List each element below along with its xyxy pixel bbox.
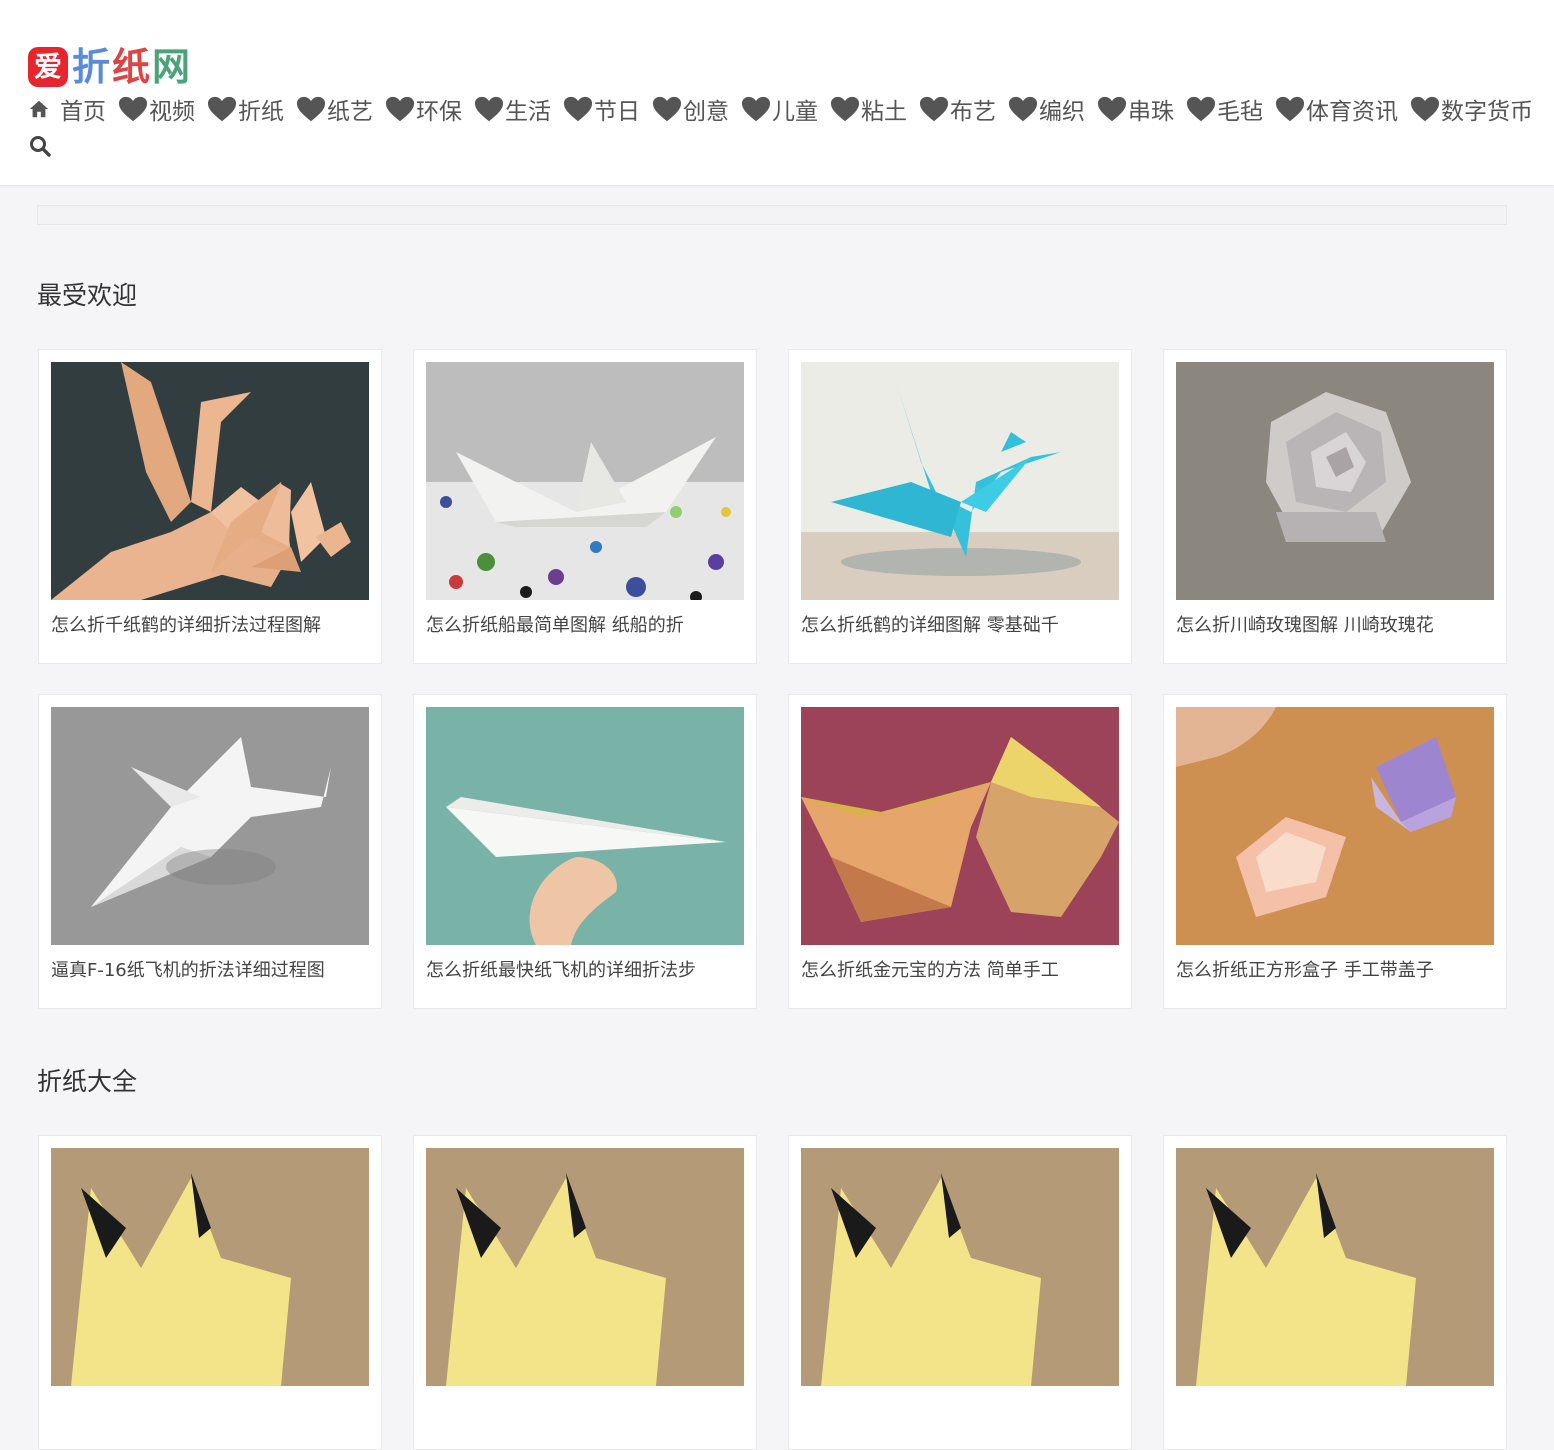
section-title-all: 折纸大全 (37, 1067, 138, 1096)
paper-boat-photo (426, 362, 744, 600)
nav-item-kids[interactable]: 儿童 (741, 92, 818, 126)
nav-item-label: 串珠 (1128, 99, 1174, 125)
nav-item-label: 布艺 (950, 99, 996, 125)
logo-text: 折 纸 网 (72, 45, 192, 89)
nav-item-label: 创意 (683, 99, 729, 125)
heart-icon (741, 96, 771, 122)
main-nav: 首页 视频 折纸 纸艺 环保 生活 节日 创意 儿童 粘土 布艺 编织 串珠 毛… (28, 92, 1538, 126)
nav-item-label: 节日 (594, 99, 640, 125)
article-card[interactable]: 怎么折纸鹤的详细图解 零基础千 (788, 349, 1132, 664)
nav-item-holiday[interactable]: 节日 (563, 92, 640, 126)
nav-item-origami[interactable]: 折纸 (207, 92, 284, 126)
heart-icon (563, 96, 593, 122)
card-title: 怎么折千纸鹤的详细折法过程图解 (51, 615, 321, 636)
article-card[interactable]: 怎么折纸最快纸飞机的详细折法步 (413, 694, 757, 1009)
card-title: 怎么折纸船最简单图解 纸船的折 (426, 615, 684, 636)
nav-item-sports[interactable]: 体育资讯 (1275, 92, 1398, 126)
nav-item-label: 毛毡 (1217, 99, 1263, 125)
card-title: 怎么折纸最快纸飞机的详细折法步 (426, 960, 696, 981)
article-card[interactable] (1163, 1135, 1507, 1450)
nav-item-knitting[interactable]: 编织 (1008, 92, 1085, 126)
nav-item-label: 数字货币 (1441, 99, 1533, 125)
paper-box-photo (1176, 707, 1494, 945)
article-card[interactable]: 怎么折纸船最简单图解 纸船的折 (413, 349, 757, 664)
search-icon[interactable] (28, 134, 52, 158)
logo-badge: 爱 (28, 47, 68, 87)
nav-item-eco[interactable]: 环保 (385, 92, 462, 126)
article-card[interactable]: 怎么折千纸鹤的详细折法过程图解 (38, 349, 382, 664)
nav-item-label: 儿童 (772, 99, 818, 125)
article-card[interactable] (38, 1135, 382, 1450)
nav-item-home[interactable]: 首页 (28, 92, 106, 126)
home-icon (29, 100, 49, 118)
site-logo[interactable]: 爱 折 纸 网 (28, 44, 192, 90)
article-card[interactable] (413, 1135, 757, 1450)
heart-icon (1275, 96, 1305, 122)
article-card[interactable]: 怎么折纸金元宝的方法 简单手工 (788, 694, 1132, 1009)
gold-ingot-photo (801, 707, 1119, 945)
logo-char: 网 (152, 45, 191, 89)
paper-cranes-photo (51, 362, 369, 600)
nav-item-clay[interactable]: 粘土 (830, 92, 907, 126)
nav-item-label: 编织 (1039, 99, 1085, 125)
heart-icon (474, 96, 504, 122)
card-title: 怎么折纸鹤的详细图解 零基础千 (801, 615, 1059, 636)
paper-airplane-photo (426, 707, 744, 945)
nav-item-fabric[interactable]: 布艺 (919, 92, 996, 126)
logo-char: 纸 (112, 45, 151, 89)
heart-icon (652, 96, 682, 122)
pikachu-paper-photo (801, 1148, 1119, 1386)
nav-item-label: 体育资讯 (1306, 99, 1398, 125)
kawasaki-rose-photo (1176, 362, 1494, 600)
banner-placeholder (37, 205, 1507, 225)
pikachu-paper-photo (1176, 1148, 1494, 1386)
heart-icon (1186, 96, 1216, 122)
heart-icon (830, 96, 860, 122)
card-title: 逼真F-16纸飞机的折法详细过程图 (51, 960, 325, 981)
card-title: 怎么折纸正方形盒子 手工带盖子 (1176, 960, 1434, 981)
nav-item-felt[interactable]: 毛毡 (1186, 92, 1263, 126)
heart-icon (1410, 96, 1440, 122)
heart-icon (207, 96, 237, 122)
site-header: 爱 折 纸 网 首页 视频 折纸 纸艺 环保 生活 节日 创意 儿童 粘土 布艺… (0, 0, 1554, 186)
article-card[interactable]: 怎么折川崎玫瑰图解 川崎玫瑰花 (1163, 349, 1507, 664)
heart-icon (1008, 96, 1038, 122)
article-card[interactable]: 怎么折纸正方形盒子 手工带盖子 (1163, 694, 1507, 1009)
card-title: 怎么折川崎玫瑰图解 川崎玫瑰花 (1176, 615, 1434, 636)
nav-item-beads[interactable]: 串珠 (1097, 92, 1174, 126)
article-card[interactable] (788, 1135, 1132, 1450)
heart-icon (1097, 96, 1127, 122)
nav-item-label: 粘土 (861, 99, 907, 125)
heart-icon (919, 96, 949, 122)
nav-item-label: 视频 (149, 99, 195, 125)
heart-icon (385, 96, 415, 122)
nav-item-crypto[interactable]: 数字货币 (1410, 92, 1533, 126)
heart-icon (296, 96, 326, 122)
nav-item-label: 纸艺 (327, 99, 373, 125)
section-title-popular: 最受欢迎 (37, 281, 138, 310)
nav-item-paper-art[interactable]: 纸艺 (296, 92, 373, 126)
nav-item-video[interactable]: 视频 (118, 92, 195, 126)
pikachu-paper-photo (426, 1148, 744, 1386)
logo-char: 折 (72, 45, 111, 89)
nav-item-label: 首页 (60, 99, 106, 125)
article-card[interactable]: 逼真F-16纸飞机的折法详细过程图 (38, 694, 382, 1009)
nav-item-label: 折纸 (238, 99, 284, 125)
nav-item-creative[interactable]: 创意 (652, 92, 729, 126)
nav-item-label: 环保 (416, 99, 462, 125)
nav-item-label: 生活 (505, 99, 551, 125)
pikachu-paper-photo (51, 1148, 369, 1386)
card-title: 怎么折纸金元宝的方法 简单手工 (801, 960, 1059, 981)
nav-item-life[interactable]: 生活 (474, 92, 551, 126)
f16-paper-plane-photo (51, 707, 369, 945)
blue-paper-crane-photo (801, 362, 1119, 600)
heart-icon (118, 96, 148, 122)
